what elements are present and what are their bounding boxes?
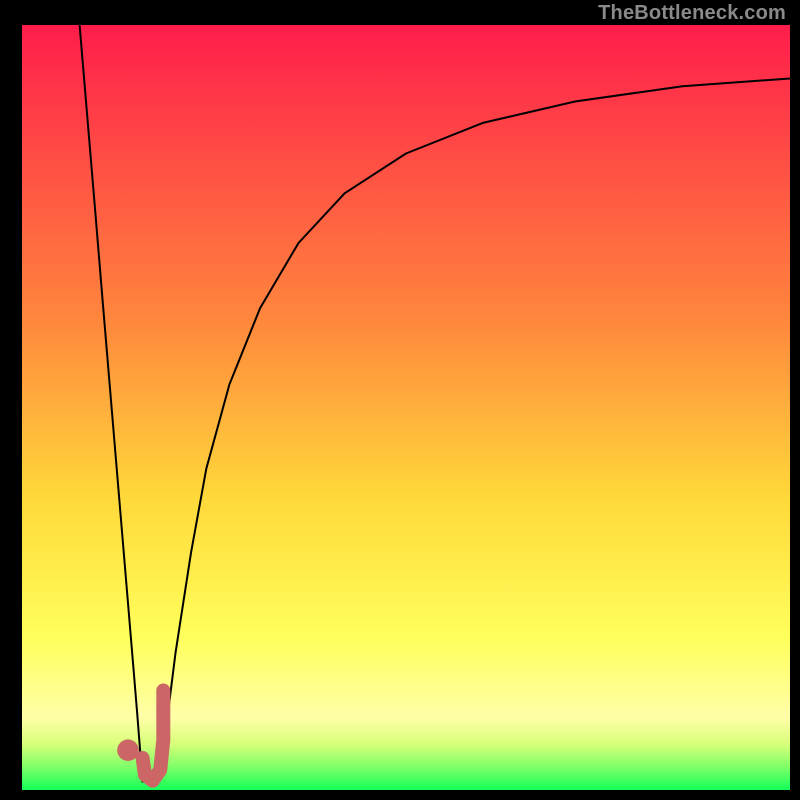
marker-dot [117,739,139,761]
chart-svg [0,0,800,800]
watermark-text: TheBottleneck.com [598,2,786,25]
chart-frame: TheBottleneck.com [0,0,800,800]
plot-background [22,25,790,790]
